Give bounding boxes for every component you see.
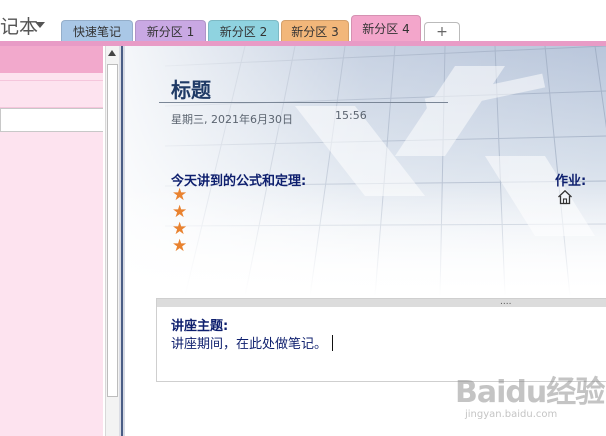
note-body-content[interactable]: 讲座期间，在此处做笔记。	[171, 337, 327, 352]
page-list-item-selected[interactable]	[0, 108, 105, 132]
homework-heading[interactable]: 作业:	[555, 170, 586, 189]
page-title[interactable]: 标题	[171, 74, 211, 103]
tab-section-4[interactable]: 新分区 4	[351, 15, 421, 44]
section-tab-bar: 记本 快速笔记 新分区 1 新分区 2 新分区 3 新分区 4 +	[0, 0, 606, 46]
note-container-handle[interactable]: ....	[157, 298, 606, 307]
page-list-pane	[0, 46, 105, 436]
notebook-title[interactable]: 记本	[0, 14, 38, 40]
page-list-header[interactable]	[0, 46, 105, 73]
lecture-topic-label[interactable]: 讲座主题:	[171, 315, 228, 334]
text-cursor	[332, 335, 334, 351]
star-list: ★ ★ ★ ★	[172, 187, 190, 255]
page-list-item[interactable]	[0, 80, 103, 108]
drag-handle-icon[interactable]: ....	[500, 298, 511, 307]
formula-heading[interactable]: 今天讲到的公式和定理:	[171, 170, 306, 189]
chevron-down-icon[interactable]	[35, 22, 45, 28]
title-underline	[159, 102, 448, 103]
page-time: 15:56	[335, 109, 367, 122]
scrollbar-thumb[interactable]	[107, 64, 118, 397]
scroll-up-arrow-icon[interactable]	[108, 50, 116, 56]
home-icon	[558, 189, 572, 205]
add-section-button[interactable]: +	[424, 22, 460, 42]
page-date: 星期三, 2021年6月30日	[171, 113, 293, 126]
note-body-text[interactable]: 讲座期间，在此处做笔记。	[171, 333, 334, 352]
watermark-logo-text: Baidu经验	[455, 375, 605, 410]
baidu-watermark: Baidu经验 jingyan.baidu.com	[455, 367, 605, 435]
onenote-window: 记本 快速笔记 新分区 1 新分区 2 新分区 3 新分区 4 + 标题 星期三…	[0, 0, 606, 436]
page-scrollbar[interactable]	[105, 46, 119, 436]
star-icon: ★	[172, 236, 188, 256]
watermark-url: jingyan.baidu.com	[465, 409, 558, 420]
